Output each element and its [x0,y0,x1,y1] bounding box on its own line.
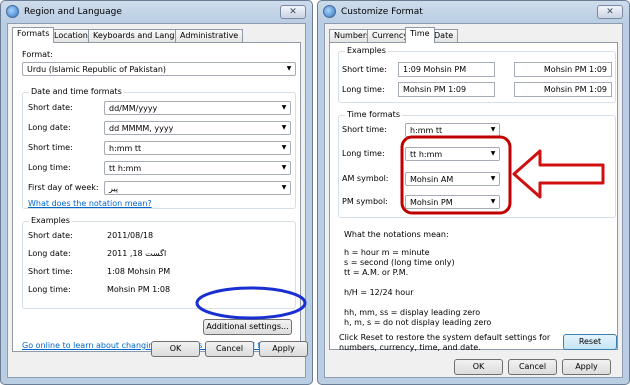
example-short-time-label: Short time: [28,267,73,276]
example-long-date-value: 2011 ,اگست 18 [107,249,167,258]
first-day-label: First day of week: [28,183,99,192]
long-time-example-rtl: Mohsin PM 1:09 [514,82,612,97]
title-bar[interactable]: Customize Format ✕ [318,1,629,23]
additional-settings-button[interactable]: Additional settings... [203,319,292,335]
short-date-select[interactable]: dd/MM/yyyy ▼ [104,101,291,115]
chevron-down-icon: ▼ [281,144,287,151]
short-time-combo-label: Short time: [342,125,387,134]
example-long-time-label: Long time: [28,285,71,294]
short-time-example-ltr: 1:09 Mohsin PM [398,62,495,77]
long-time-combo[interactable]: tt h:mm ▼ [405,147,500,161]
example-short-date-value: 2011/08/18 [107,231,154,240]
pm-symbol-label: PM symbol: [342,197,388,206]
cancel-button[interactable]: Cancel [508,359,557,375]
long-time-example-ltr: Mohsin PM 1:09 [398,82,495,97]
group-title: Examples [345,46,388,55]
ok-button[interactable]: OK [454,359,503,375]
customize-format-window: Customize Format ✕ Numbers Currency Time… [317,0,630,385]
time-formats-group: Time formats Short time: h:mm tt ▼ Long … [338,110,616,218]
tab-formats[interactable]: Formats [12,27,55,43]
chevron-down-icon: ▼ [281,184,287,191]
am-symbol-combo[interactable]: Mohsin AM ▼ [405,172,500,186]
example-short-date-label: Short date: [28,231,73,240]
long-time-example-label: Long time: [342,85,385,94]
first-day-value: پیر [109,184,119,193]
close-button[interactable]: ✕ [597,5,623,19]
short-time-example-label: Short time: [342,65,387,74]
tab-location[interactable]: Location [49,29,93,42]
chevron-down-icon: ▼ [281,164,287,171]
time-page: Examples Short time: 1:09 Mohsin PM Mohs… [329,42,618,350]
formats-page: Format: Urdu (Islamic Republic of Pakist… [12,42,301,352]
date-time-formats-group: Date and time formats Short date: dd/MM/… [22,87,296,209]
examples-group: Examples Short time: 1:09 Mohsin PM Mohs… [338,46,616,103]
chevron-down-icon: ▼ [490,126,496,133]
window-title: Region and Language [24,7,122,17]
chevron-down-icon: ▼ [286,65,292,72]
dialog-client: Formats Location Keyboards and Languages… [7,23,308,378]
short-date-value: dd/MM/yyyy [109,104,158,113]
notation-help-link[interactable]: What does the notation mean? [28,199,152,208]
long-time-value: tt h:mm [109,164,142,173]
short-time-combo-value: h:mm tt [410,126,443,135]
long-date-select[interactable]: dd MMMM, yyyy ▼ [104,121,291,135]
pm-symbol-combo[interactable]: Mohsin PM ▼ [405,195,500,209]
first-day-select[interactable]: پیر ▼ [104,181,291,195]
tab-administrative[interactable]: Administrative [175,29,244,42]
notation-line: h/H = 12/24 hour [344,288,414,297]
example-long-date-label: Long date: [28,249,71,258]
long-time-select[interactable]: tt h:mm ▼ [104,161,291,175]
notation-line: tt = A.M. or P.M. [344,268,409,277]
notation-line: s = second (long time only) [344,258,455,267]
reset-button[interactable]: Reset [563,334,617,350]
chevron-down-icon: ▼ [490,150,496,157]
apply-button[interactable]: Apply [259,341,308,357]
long-date-label: Long date: [28,123,71,132]
short-date-label: Short date: [28,103,73,112]
short-time-label: Short time: [28,143,73,152]
apply-button[interactable]: Apply [562,359,611,375]
region-language-window: Region and Language ✕ Formats Location K… [0,0,313,385]
format-select-value: Urdu (Islamic Republic of Pakistan) [27,65,167,74]
am-symbol-value: Mohsin AM [410,175,454,184]
group-title: Time formats [345,110,402,119]
chevron-down-icon: ▼ [281,124,287,131]
group-title: Examples [29,216,72,225]
close-button[interactable]: ✕ [280,5,306,19]
chevron-down-icon: ▼ [490,198,496,205]
cancel-button[interactable]: Cancel [205,341,254,357]
notation-line: hh, mm, ss = display leading zero [344,308,481,317]
reset-description-line2: numbers, currency, time, and date. [339,343,481,352]
title-bar[interactable]: Region and Language ✕ [1,1,312,23]
notation-line: h = hour m = minute [344,248,430,257]
short-time-combo[interactable]: h:mm tt ▼ [405,123,500,137]
notation-line: h, m, s = do not display leading zero [344,318,492,327]
chevron-down-icon: ▼ [281,104,287,111]
example-long-time-value: Mohsin PM 1:08 [107,285,171,294]
globe-icon [323,5,336,18]
window-title: Customize Format [341,7,423,17]
am-symbol-label: AM symbol: [342,174,389,183]
tab-time[interactable]: Time [405,27,435,43]
short-time-value: h:mm tt [109,144,142,153]
pm-symbol-value: Mohsin PM [410,198,453,207]
dialog-client: Numbers Currency Time Date Examples Shor… [324,23,623,378]
format-select[interactable]: Urdu (Islamic Republic of Pakistan) ▼ [22,62,296,76]
reset-description-line1: Click Reset to restore the system defaul… [339,333,551,342]
ok-button[interactable]: OK [151,341,200,357]
long-date-value: dd MMMM, yyyy [109,124,174,133]
notations-title: What the notations mean: [344,230,449,239]
group-title: Date and time formats [29,87,124,96]
long-time-label: Long time: [28,163,71,172]
examples-group: Examples Short date: 2011/08/18 Long dat… [22,216,296,309]
example-short-time-value: 1:08 Mohsin PM [107,267,171,276]
globe-icon [6,5,19,18]
format-label: Format: [22,50,53,59]
chevron-down-icon: ▼ [490,175,496,182]
short-time-example-rtl: Mohsin PM 1:09 [514,62,612,77]
long-time-combo-value: tt h:mm [410,150,443,159]
short-time-select[interactable]: h:mm tt ▼ [104,141,291,155]
long-time-combo-label: Long time: [342,149,385,158]
